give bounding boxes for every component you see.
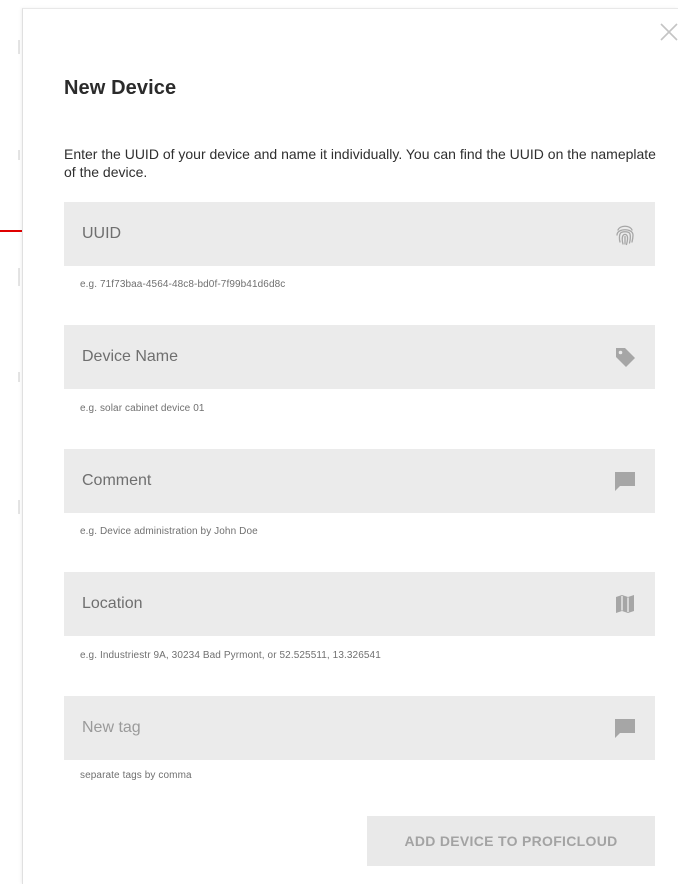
- close-icon: [660, 23, 678, 41]
- dialog-description: Enter the UUID of your device and name i…: [64, 146, 656, 180]
- close-button[interactable]: [660, 15, 678, 49]
- comment-icon: [613, 716, 637, 740]
- comment-hint: e.g. Device administration by John Doe: [80, 526, 258, 537]
- uuid-input[interactable]: [64, 202, 655, 266]
- page: New Device Enter the UUID of your device…: [0, 0, 678, 884]
- new-tag-hint: separate tags by comma: [80, 770, 192, 781]
- add-device-button[interactable]: ADD DEVICE TO PROFICLOUD: [367, 816, 655, 866]
- location-field-container: [64, 572, 655, 636]
- fingerprint-icon: [613, 222, 637, 246]
- device-name-input[interactable]: [64, 325, 655, 389]
- device-name-hint: e.g. solar cabinet device 01: [80, 403, 205, 414]
- new-tag-field-container: [64, 696, 655, 760]
- device-name-field-container: [64, 325, 655, 389]
- location-hint: e.g. Industriestr 9A, 30234 Bad Pyrmont,…: [80, 650, 381, 661]
- new-tag-input[interactable]: [64, 696, 655, 760]
- tag-icon: [613, 345, 637, 369]
- comment-input[interactable]: [64, 449, 655, 513]
- comment-field-container: [64, 449, 655, 513]
- location-input[interactable]: [64, 572, 655, 636]
- new-device-dialog: New Device Enter the UUID of your device…: [22, 8, 678, 884]
- uuid-field-container: [64, 202, 655, 266]
- background-window-edge: [0, 0, 20, 884]
- map-icon: [613, 592, 637, 616]
- uuid-hint: e.g. 71f73baa-4564-48c8-bd0f-7f99b41d6d8…: [80, 279, 286, 290]
- comment-icon: [613, 469, 637, 493]
- dialog-title: New Device: [64, 77, 177, 99]
